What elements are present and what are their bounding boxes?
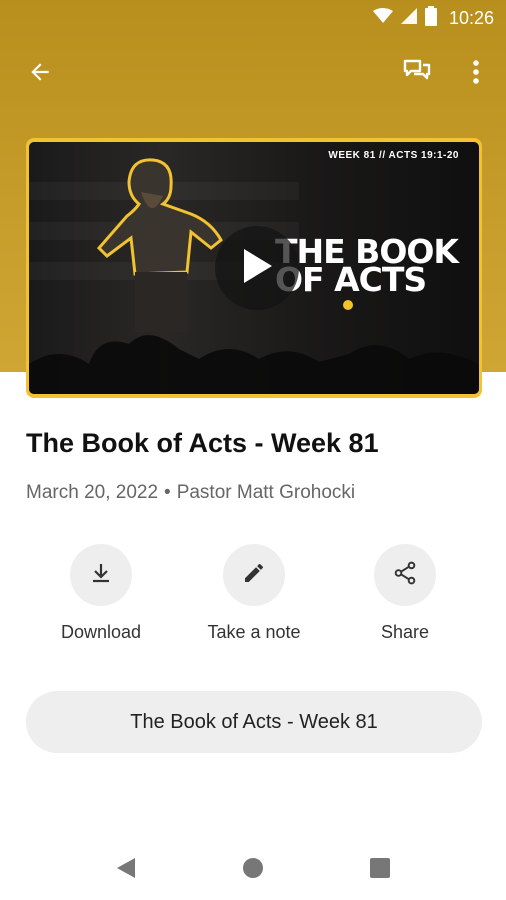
nav-recents-icon [370,857,390,883]
cell-signal-icon [400,7,417,29]
action-row: Download Take a note Share [0,544,506,654]
audience-silhouettes [29,335,479,394]
video-thumbnail[interactable]: WEEK 81 // ACTS 19:1-20 THE BOOK OF ACTS [29,142,479,394]
app-bar [0,50,506,98]
nav-back-button[interactable] [108,852,144,888]
share-button-circle[interactable] [374,544,436,606]
status-time: 10:26 [448,7,494,28]
system-nav-bar [0,836,506,900]
nav-home-icon [242,857,264,884]
graphic-title: THE BOOK OF ACTS [275,235,459,296]
download-button[interactable]: Download [31,544,171,643]
status-bar: 10:26 [0,0,506,36]
sermon-title: The Book of Acts - Week 81 [26,428,379,458]
series-button[interactable]: The Book of Acts - Week 81 [26,691,482,753]
status-icons: 10:26 [372,5,494,31]
video-player[interactable]: WEEK 81 // ACTS 19:1-20 THE BOOK OF ACTS [26,138,482,398]
take-note-button-circle[interactable] [223,544,285,606]
more-options-button[interactable] [456,54,496,94]
back-button[interactable] [20,54,60,94]
nav-back-icon [115,856,137,885]
nav-home-button[interactable] [235,852,271,888]
share-icon [392,560,418,591]
battery-icon [424,5,437,31]
sermon-date: March 20, 2022 [26,482,159,503]
sermon-speaker: Pastor Matt Grohocki [176,482,356,503]
take-note-label: Take a note [207,622,301,642]
take-note-button[interactable]: Take a note [184,544,324,643]
play-icon [240,247,274,290]
arrow-back-icon [27,59,53,90]
more-vert-icon [472,59,480,90]
chat-icon [402,57,432,92]
share-label: Share [380,622,430,642]
pencil-icon [242,561,266,590]
sermon-meta: March 20, 2022 • Pastor Matt Grohocki [26,482,355,504]
week-tag: WEEK 81 // ACTS 19:1-20 [328,150,459,161]
download-label: Download [60,622,142,642]
meta-separator: • [164,482,171,503]
discussion-button[interactable] [397,54,437,94]
play-button[interactable] [215,226,299,310]
wifi-icon [372,7,393,29]
nav-recents-button[interactable] [362,852,398,888]
download-icon [89,561,113,590]
share-button[interactable]: Share [335,544,475,643]
download-button-circle[interactable] [70,544,132,606]
